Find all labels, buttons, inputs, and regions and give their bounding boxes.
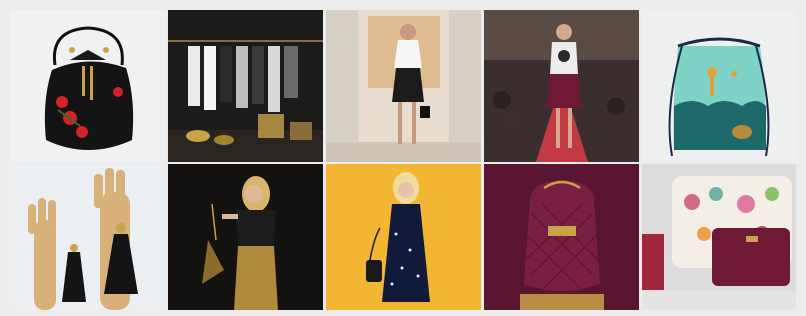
woman-gold-skirt-bag-icon (168, 164, 323, 310)
wooden-hands-tassels-icon (10, 164, 165, 310)
mint-drawstring-backpack-icon (642, 10, 796, 162)
product-photo-grid (10, 10, 796, 310)
floral-pillow-burgundy-clutch-icon (642, 164, 796, 310)
photo-tile[interactable] (168, 164, 323, 310)
photo-tile[interactable] (168, 10, 323, 162)
photo-tile[interactable] (326, 164, 481, 310)
photo-tile[interactable] (484, 10, 639, 162)
quilted-burgundy-backpack-icon (484, 164, 639, 310)
woman-sequin-dress-yellow-icon (326, 164, 481, 310)
photo-tile[interactable] (10, 10, 165, 162)
photo-tile[interactable] (642, 164, 796, 310)
runway-model-burgundy-skirt-icon (484, 10, 639, 162)
clothing-rack-boutique-icon (168, 10, 323, 162)
photo-tile[interactable] (10, 164, 165, 310)
model-white-tee-black-skirt-icon (326, 10, 481, 162)
black-bucket-bag-red-roses-icon (10, 10, 165, 162)
photo-tile[interactable] (326, 10, 481, 162)
photo-tile[interactable] (484, 164, 639, 310)
photo-tile[interactable] (642, 10, 796, 162)
